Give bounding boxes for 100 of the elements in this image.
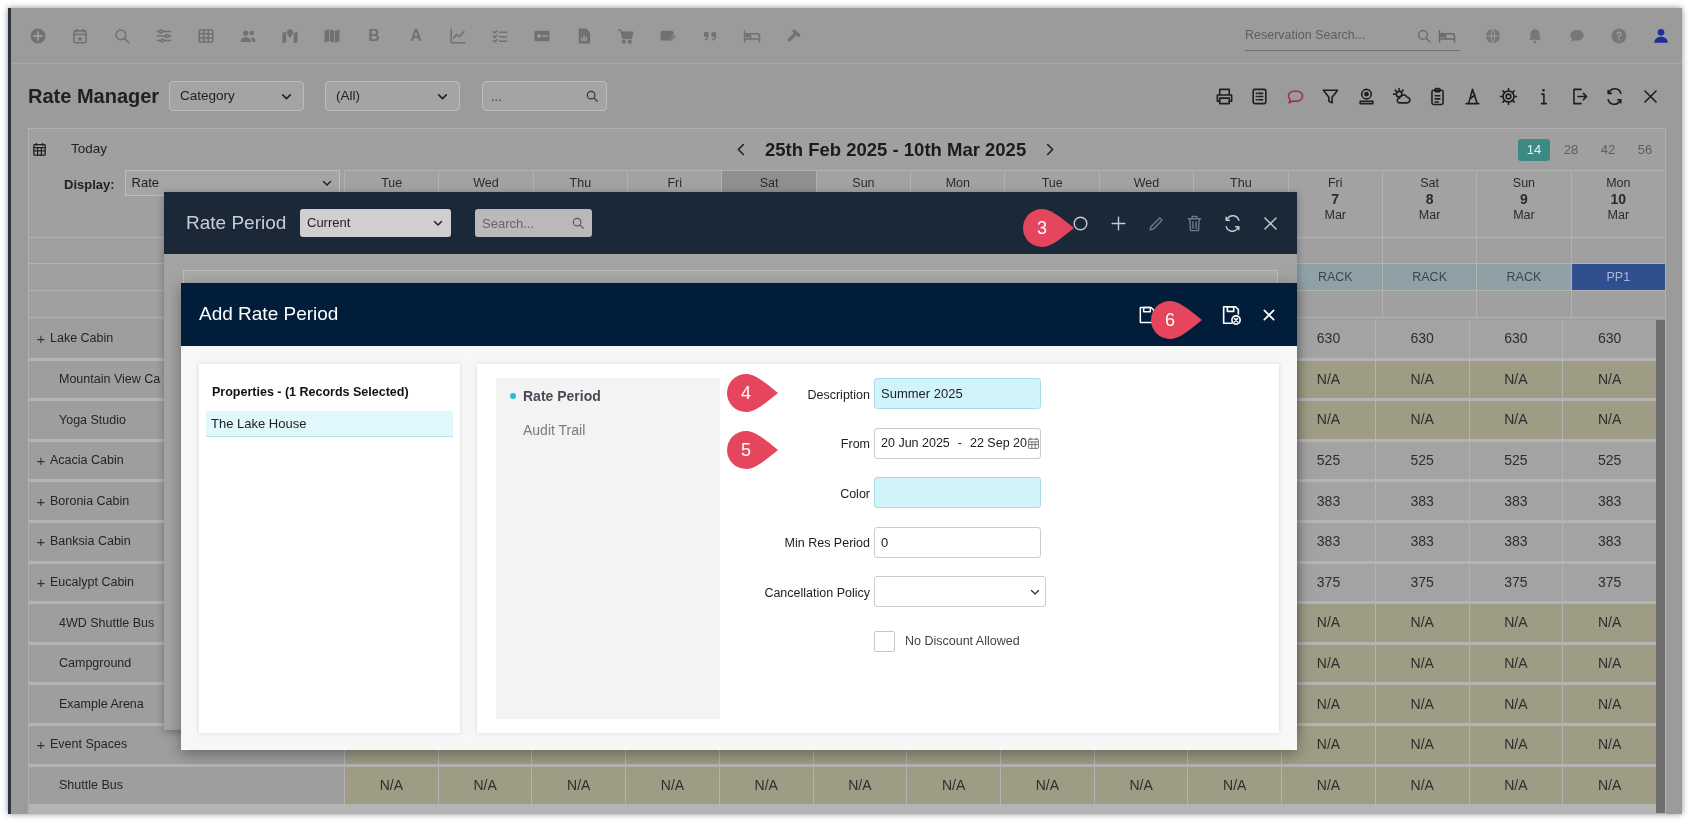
calendar-icon[interactable] bbox=[32, 142, 47, 157]
circle-icon[interactable] bbox=[1070, 213, 1090, 233]
expand-toggle[interactable]: + bbox=[35, 493, 47, 509]
sail-icon[interactable] bbox=[1463, 86, 1483, 106]
checkbox-label: No Discount Allowed bbox=[905, 633, 1020, 651]
rate-cell: 383 bbox=[1469, 482, 1563, 520]
filter-dropdown[interactable]: (All) bbox=[325, 81, 460, 111]
rate-cell: N/A bbox=[1563, 604, 1656, 642]
expand-toggle[interactable]: + bbox=[35, 453, 47, 469]
expand-toggle[interactable]: + bbox=[35, 331, 47, 347]
row-label: Yoga Studio bbox=[59, 411, 126, 429]
search-icon[interactable] bbox=[571, 216, 585, 230]
scrollbar[interactable] bbox=[1656, 320, 1665, 813]
rate-cell: N/A bbox=[1282, 766, 1375, 805]
period-filter-dropdown[interactable]: Current bbox=[300, 209, 451, 237]
expand-toggle[interactable]: + bbox=[35, 737, 47, 753]
rate-cell: N/A bbox=[1469, 360, 1563, 399]
settings-icon[interactable] bbox=[1498, 86, 1518, 106]
text-field[interactable]: 0 bbox=[874, 526, 1041, 558]
cart-icon[interactable] bbox=[617, 26, 635, 45]
rate-cell: N/A bbox=[1563, 725, 1656, 764]
filter-icon[interactable] bbox=[1321, 86, 1341, 106]
span-option[interactable]: 56 bbox=[1629, 138, 1661, 161]
grid-icon[interactable] bbox=[197, 26, 215, 45]
tab[interactable]: Rate Period bbox=[523, 385, 601, 407]
rate-cell: N/A bbox=[1188, 766, 1282, 805]
rate-cell: N/A bbox=[813, 766, 907, 805]
rate-cell: 630 bbox=[1563, 320, 1656, 358]
span-option[interactable]: 42 bbox=[1592, 138, 1624, 161]
text-field[interactable] bbox=[874, 477, 1041, 509]
day-header: Sun 9 Mar bbox=[1476, 170, 1571, 238]
rate-cell: N/A bbox=[1375, 725, 1469, 764]
span-option[interactable]: 14 bbox=[1518, 138, 1550, 161]
chart-icon[interactable] bbox=[449, 26, 467, 45]
map-icon[interactable] bbox=[323, 26, 341, 45]
rate-cell: N/A bbox=[1001, 766, 1094, 805]
rate-cell: N/A bbox=[438, 766, 532, 805]
display-label: Display: bbox=[64, 176, 115, 194]
rate-cell: N/A bbox=[626, 766, 719, 805]
user-icon[interactable] bbox=[1652, 26, 1670, 45]
rate-cell: N/A bbox=[1563, 401, 1656, 439]
rate-cell: 525 bbox=[1563, 441, 1656, 480]
save-icon[interactable] bbox=[1137, 304, 1157, 325]
rate-cell: N/A bbox=[1094, 766, 1188, 805]
filter-dropdown[interactable]: Category bbox=[169, 81, 304, 111]
rate-cell: 630 bbox=[1469, 320, 1563, 358]
filter-search-field[interactable]: ... bbox=[482, 81, 607, 111]
tab[interactable]: Audit Trail bbox=[523, 419, 586, 441]
coin-icon[interactable] bbox=[1356, 86, 1376, 106]
reservation-search-field[interactable]: Reservation Search... bbox=[1245, 20, 1460, 51]
add-icon[interactable] bbox=[1108, 213, 1128, 233]
rate-cell: 383 bbox=[1375, 522, 1469, 561]
row-label: Campground bbox=[59, 655, 132, 673]
checkbox[interactable] bbox=[874, 630, 895, 652]
span-option[interactable]: 28 bbox=[1555, 138, 1587, 161]
row-label: Shuttle Bus bbox=[59, 776, 123, 794]
rate-cell: N/A bbox=[1563, 766, 1656, 805]
sliders-icon[interactable] bbox=[155, 26, 173, 45]
period-search-field[interactable]: Search... bbox=[475, 209, 592, 237]
rate-cell: 375 bbox=[1563, 563, 1656, 602]
rate-cell: N/A bbox=[345, 766, 438, 805]
rate-cell: 525 bbox=[1469, 441, 1563, 480]
row-label: 4WD Shuttle Bus bbox=[59, 614, 155, 632]
step-marker: 5 bbox=[724, 428, 780, 472]
row-label: Mountain View Ca bbox=[59, 371, 161, 388]
day-header: Sat 8 Mar bbox=[1381, 170, 1477, 238]
hammer-icon[interactable] bbox=[785, 26, 803, 45]
weather-icon[interactable] bbox=[1392, 86, 1412, 106]
rate-cell: N/A bbox=[1563, 360, 1656, 399]
refresh-icon[interactable] bbox=[1222, 213, 1242, 233]
date-range-field[interactable]: 20 Jun 2025 - 22 Sep 20 bbox=[874, 427, 1041, 459]
field-label: Color bbox=[840, 486, 870, 501]
print-icon[interactable] bbox=[1214, 86, 1234, 106]
expand-toggle[interactable]: + bbox=[35, 534, 47, 550]
rate-cell: N/A bbox=[1375, 644, 1469, 683]
close-icon[interactable] bbox=[1261, 306, 1277, 323]
refresh-icon[interactable] bbox=[1605, 86, 1625, 106]
calendar-icon[interactable] bbox=[1027, 436, 1040, 450]
expand-toggle[interactable]: + bbox=[35, 574, 47, 590]
map-pin-icon[interactable] bbox=[281, 26, 299, 45]
rate-cell: N/A bbox=[1375, 401, 1469, 439]
text-field[interactable]: Summer 2025 bbox=[874, 378, 1041, 409]
rate-cell: N/A bbox=[1375, 766, 1469, 805]
rate-cell: N/A bbox=[1469, 644, 1563, 683]
today-button[interactable]: Today bbox=[71, 139, 108, 160]
row-label: Acacia Cabin bbox=[50, 452, 124, 470]
rate-cell: N/A bbox=[719, 766, 813, 805]
rate-cell: 375 bbox=[1469, 563, 1563, 602]
save-cancel-icon[interactable] bbox=[1220, 303, 1242, 326]
rate-cell: N/A bbox=[1375, 604, 1469, 642]
day-header: Mon 10 Mar bbox=[1570, 170, 1665, 238]
rate-cell: N/A bbox=[1375, 360, 1469, 399]
date-range: 25th Feb 2025 - 10th Mar 2025 bbox=[765, 137, 1027, 162]
properties-heading: Properties - (1 Records Selected) bbox=[212, 385, 409, 399]
list-icon[interactable] bbox=[1250, 86, 1270, 106]
step-marker: 4 bbox=[724, 371, 780, 415]
search-icon[interactable] bbox=[585, 89, 599, 103]
rate-cell: N/A bbox=[1469, 604, 1563, 642]
rate-cell: N/A bbox=[1375, 685, 1469, 723]
property-item[interactable]: The Lake House bbox=[206, 411, 453, 437]
